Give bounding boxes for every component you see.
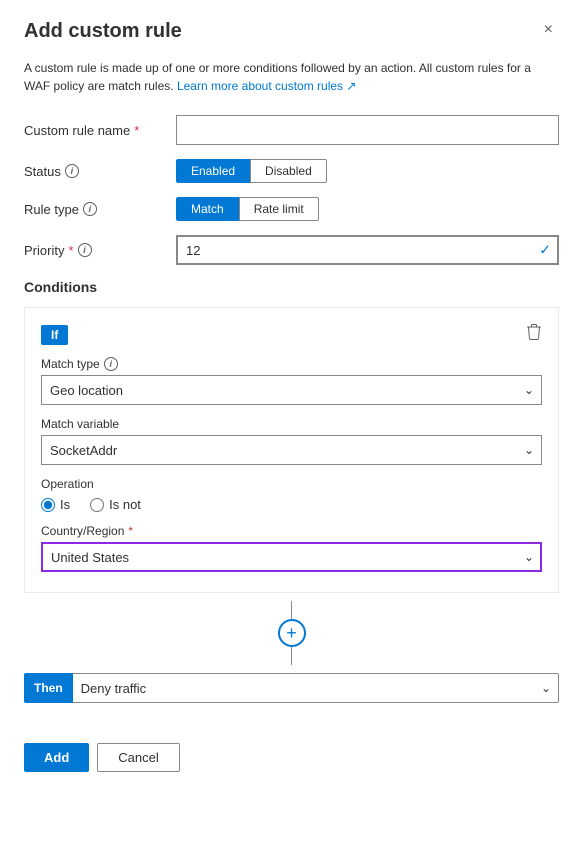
match-type-field-label: Match type i: [41, 357, 542, 371]
rule-type-match-button[interactable]: Match: [176, 197, 239, 221]
priority-info-icon: i: [78, 243, 92, 257]
status-disabled-button[interactable]: Disabled: [250, 159, 327, 183]
priority-input-wrap: ✓: [176, 235, 559, 265]
status-info-icon: i: [65, 164, 79, 178]
custom-rule-name-control: [176, 115, 559, 145]
priority-check-icon: ✓: [539, 242, 551, 259]
connector-line-bottom: [291, 647, 292, 665]
status-enabled-button[interactable]: Enabled: [176, 159, 250, 183]
priority-required-star: *: [68, 243, 73, 258]
then-badge: Then: [24, 673, 73, 703]
status-toggle-group: Enabled Disabled: [176, 159, 559, 183]
add-condition-button[interactable]: +: [278, 619, 306, 647]
match-variable-field-label: Match variable: [41, 417, 542, 431]
operation-row: Operation Is Is not: [41, 477, 542, 512]
rule-type-info-icon: i: [83, 202, 97, 216]
rule-type-toggle-group: Match Rate limit: [176, 197, 559, 221]
operation-isnot-text: Is not: [109, 497, 141, 512]
then-row: Then Deny traffic Allow traffic Log only…: [24, 673, 559, 703]
if-badge: If: [41, 325, 68, 345]
operation-field-label: Operation: [41, 477, 542, 491]
rule-type-rate-limit-button[interactable]: Rate limit: [239, 197, 319, 221]
country-region-field-label: Country/Region *: [41, 524, 542, 538]
match-type-wrap: Match type i Geo location IP address Req…: [41, 357, 542, 405]
custom-rule-name-label: Custom rule name *: [24, 123, 164, 138]
dialog-header: Add custom rule ×: [24, 20, 559, 43]
match-variable-select[interactable]: SocketAddr RemoteAddr: [41, 435, 542, 465]
operation-isnot-radio[interactable]: [90, 498, 104, 512]
then-select[interactable]: Deny traffic Allow traffic Log only: [73, 673, 559, 703]
operation-is-text: Is: [60, 497, 70, 512]
country-region-select[interactable]: United States China Russia Germany Franc…: [41, 542, 542, 572]
connector-area: +: [24, 593, 559, 673]
country-region-select-container: United States China Russia Germany Franc…: [41, 542, 542, 572]
trash-icon: [526, 324, 542, 340]
priority-label: Priority * i: [24, 243, 164, 258]
status-row: Status i Enabled Disabled: [24, 159, 559, 183]
external-link-icon: ↗: [346, 79, 356, 93]
country-region-wrap: Country/Region * United States China Rus…: [41, 524, 542, 572]
condition-block: If Match type i Geo location IP address …: [24, 307, 559, 593]
info-text: A custom rule is made up of one or more …: [24, 59, 559, 95]
operation-is-label[interactable]: Is: [41, 497, 70, 512]
then-select-wrap: Deny traffic Allow traffic Log only ⌄: [73, 673, 559, 703]
connector-line-top: [291, 601, 292, 619]
match-type-select-container: Geo location IP address Request body Req…: [41, 375, 542, 405]
add-button[interactable]: Add: [24, 743, 89, 772]
learn-more-link[interactable]: Learn more about custom rules ↗: [177, 79, 357, 93]
match-type-info-icon: i: [104, 357, 118, 371]
conditions-section-title: Conditions: [24, 279, 559, 295]
rule-type-row: Rule type i Match Rate limit: [24, 197, 559, 221]
operation-isnot-label[interactable]: Is not: [90, 497, 141, 512]
match-type-select[interactable]: Geo location IP address Request body Req…: [41, 375, 542, 405]
required-star: *: [134, 123, 139, 138]
add-custom-rule-dialog: Add custom rule × A custom rule is made …: [0, 0, 583, 859]
footer-actions: Add Cancel: [24, 727, 559, 772]
priority-row: Priority * i ✓: [24, 235, 559, 265]
close-button[interactable]: ×: [538, 20, 559, 40]
operation-is-radio[interactable]: [41, 498, 55, 512]
custom-rule-name-row: Custom rule name *: [24, 115, 559, 145]
status-label: Status i: [24, 164, 164, 179]
condition-header: If: [41, 324, 542, 345]
custom-rule-name-input[interactable]: [176, 115, 559, 145]
cancel-button[interactable]: Cancel: [97, 743, 179, 772]
rule-type-label: Rule type i: [24, 202, 164, 217]
dialog-title: Add custom rule: [24, 20, 182, 43]
country-required-star: *: [128, 524, 133, 538]
operation-radio-group: Is Is not: [41, 497, 542, 512]
plus-icon: +: [286, 624, 297, 642]
priority-input[interactable]: [176, 235, 559, 265]
match-variable-wrap: Match variable SocketAddr RemoteAddr ⌄: [41, 417, 542, 465]
delete-condition-button[interactable]: [526, 324, 542, 345]
match-variable-select-container: SocketAddr RemoteAddr ⌄: [41, 435, 542, 465]
